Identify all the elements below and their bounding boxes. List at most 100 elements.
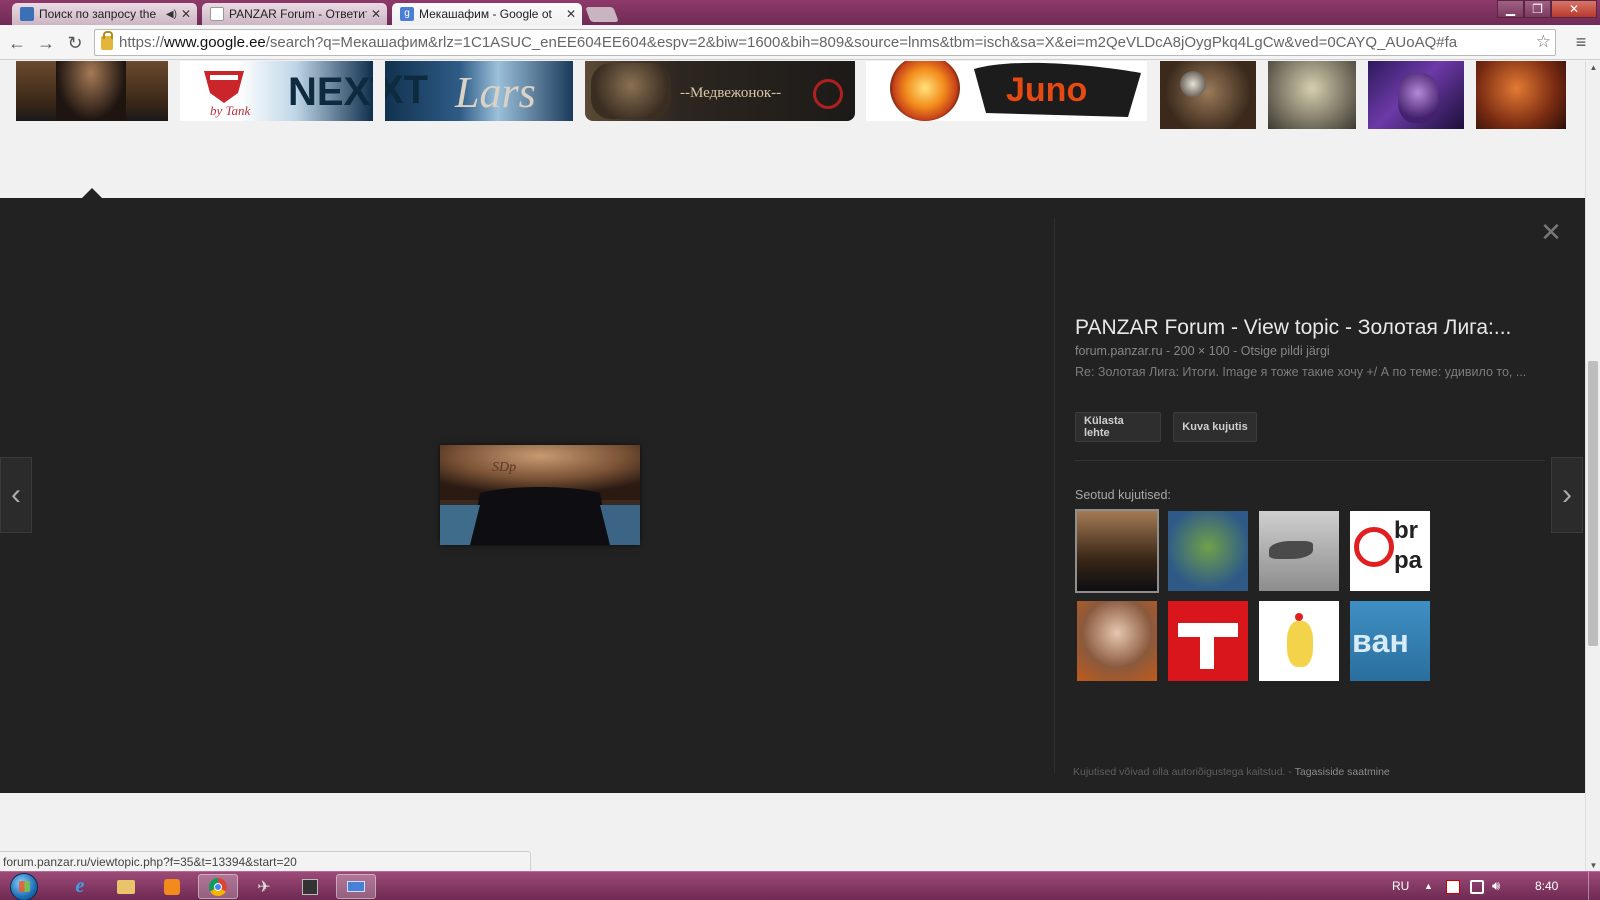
related-image[interactable] xyxy=(1075,509,1159,593)
related-image[interactable]: вaн xyxy=(1350,601,1430,681)
image-meta: forum.panzar.ru - 200 × 100 - Otsige pil… xyxy=(1075,344,1330,358)
show-desktop-button[interactable] xyxy=(1588,872,1600,900)
thumb-red-warrior[interactable] xyxy=(1476,61,1566,129)
close-tab-icon[interactable]: ✕ xyxy=(181,7,191,21)
flag-notification-icon[interactable] xyxy=(1446,880,1460,894)
logo-text: pa xyxy=(1394,547,1423,574)
url-path: /search?q=Мекашафим&rlz=1C1ASUC_enEE604E… xyxy=(265,34,1458,51)
related-images-label: Seotud kujutised: xyxy=(1075,488,1171,502)
logo-text: br xyxy=(1394,517,1418,544)
prev-image-arrow-icon[interactable]: ‹ xyxy=(0,457,32,533)
media-shape xyxy=(164,878,180,895)
forward-arrow-icon[interactable]: → xyxy=(34,31,58,55)
app-icon[interactable]: ✈ xyxy=(244,874,284,899)
feedback-link[interactable]: Tagasiside saatmine xyxy=(1295,766,1390,778)
thumb-goblin[interactable] xyxy=(1160,61,1256,129)
svg-text:Lars: Lars xyxy=(454,68,536,117)
bookmark-star-icon[interactable]: ☆ xyxy=(1536,32,1551,52)
view-image-button[interactable]: Kuva kujutis xyxy=(1173,412,1257,442)
network-icon[interactable] xyxy=(1470,880,1484,894)
keyboard-app-icon[interactable] xyxy=(336,874,376,899)
thumb-purple-face[interactable] xyxy=(1368,61,1464,129)
game-app-icon[interactable] xyxy=(290,874,330,899)
related-image[interactable] xyxy=(1168,601,1248,681)
minimize-icon[interactable]: ▁ xyxy=(1497,0,1524,18)
volume-icon[interactable]: 🔊︎ xyxy=(1492,878,1500,894)
app-glyph: ✈ xyxy=(257,878,271,896)
thumb-medvezhonok[interactable]: --Медвежонок-- xyxy=(585,61,855,121)
new-tab-button[interactable] xyxy=(585,7,619,22)
svg-text:XT: XT xyxy=(385,68,428,112)
window-controls: ▁ ❐ ✕ xyxy=(1497,0,1597,18)
windows-taskbar: e ✈ RU ▲ 🔊︎ 8:40 xyxy=(0,871,1600,900)
chrome-logo xyxy=(209,877,227,896)
tab-google-images[interactable]: g Мекашафим - Google ot ✕ xyxy=(392,3,582,25)
viewer-pointer xyxy=(82,188,102,198)
close-viewer-icon[interactable]: ✕ xyxy=(1539,217,1563,247)
image-title-link[interactable]: PANZAR Forum - View topic - Золотая Лига… xyxy=(1075,316,1545,340)
thumb-photo-corset[interactable] xyxy=(16,61,168,121)
scroll-thumb[interactable] xyxy=(1588,361,1598,646)
internet-explorer-icon[interactable]: e xyxy=(60,874,100,899)
game-shape xyxy=(302,878,318,895)
show-hidden-icons-icon[interactable]: ▲ xyxy=(1424,881,1433,891)
related-image[interactable] xyxy=(1259,601,1339,681)
start-button[interactable] xyxy=(4,872,44,900)
tab-strip: Поиск по запросу the ◀) ✕ PANZAR Forum -… xyxy=(0,0,1600,25)
file-explorer-icon[interactable] xyxy=(106,874,146,899)
info-separator xyxy=(1075,460,1545,461)
back-arrow-icon[interactable]: ← xyxy=(5,31,29,55)
thumb-by-tank[interactable]: by Tank NEXT xyxy=(180,61,373,121)
media-player-icon[interactable] xyxy=(152,874,192,899)
comb-shape xyxy=(1295,613,1303,621)
thumb-lars[interactable]: XT Lars xyxy=(385,61,573,121)
status-url-bubble: forum.panzar.ru/viewtopic.php?f=35&t=133… xyxy=(0,851,531,871)
windows-orb-icon xyxy=(10,872,38,900)
search-by-image-link[interactable]: Otsige pildi järgi xyxy=(1241,344,1330,358)
svg-text:NEXT: NEXT xyxy=(288,70,373,114)
address-bar[interactable]: https://www.google.ee/search?q=Мекашафим… xyxy=(94,29,1556,56)
url-scheme: https:// xyxy=(119,34,165,51)
main-photo-graphic: SDp xyxy=(440,445,640,545)
image-description: Re: Золотая Лига: Итоги. Image я тоже та… xyxy=(1075,365,1527,379)
ie-glyph: e xyxy=(75,875,85,897)
thumb-beast[interactable] xyxy=(1268,61,1356,129)
clock[interactable]: 8:40 xyxy=(1535,879,1558,893)
tab-panzar-forum[interactable]: PANZAR Forum - Ответит ✕ xyxy=(202,3,387,25)
related-image[interactable]: br pa xyxy=(1350,511,1430,591)
close-tab-icon[interactable]: ✕ xyxy=(371,7,381,21)
related-image[interactable] xyxy=(1259,511,1339,591)
related-image[interactable] xyxy=(1077,601,1157,681)
related-image[interactable] xyxy=(1168,511,1248,591)
svg-text:Juno: Juno xyxy=(1006,71,1087,109)
copyright-note: Kujutised võivad olla autoriõigustega ka… xyxy=(1073,766,1286,778)
tab-title: Поиск по запросу the xyxy=(39,7,157,21)
main-preview-image[interactable]: SDp xyxy=(440,445,640,545)
viewer-footer: Kujutised võivad olla autoriõigustega ka… xyxy=(1073,766,1390,778)
tab-title: PANZAR Forum - Ответит xyxy=(229,7,367,21)
google-favicon-icon: g xyxy=(400,7,414,21)
menu-icon[interactable]: ≡ xyxy=(1570,31,1592,53)
source-domain: forum.panzar.ru xyxy=(1075,344,1163,358)
panel-divider xyxy=(1054,218,1055,773)
speaker-icon: ◀) xyxy=(165,8,177,20)
scroll-down-icon[interactable]: ▼ xyxy=(1586,859,1600,871)
tab-search[interactable]: Поиск по запросу the ◀) ✕ xyxy=(12,3,197,25)
folder-shape xyxy=(117,879,135,894)
page-scrollbar[interactable]: ▲ ▼ xyxy=(1585,61,1600,871)
chrome-icon[interactable] xyxy=(198,874,238,899)
language-indicator[interactable]: RU xyxy=(1392,879,1409,893)
next-image-arrow-icon[interactable]: › xyxy=(1551,457,1583,533)
tank-logo-icon: by Tank NEXT xyxy=(204,70,373,118)
photo-shape xyxy=(56,61,126,121)
thumb-juno[interactable]: Juno xyxy=(866,61,1147,121)
close-tab-icon[interactable]: ✕ xyxy=(566,7,576,21)
face-shape xyxy=(1398,73,1438,123)
close-window-icon[interactable]: ✕ xyxy=(1551,0,1597,18)
keyboard-shape xyxy=(347,881,365,892)
reload-icon[interactable]: ↻ xyxy=(63,31,87,55)
visit-page-button[interactable]: Külasta lehte xyxy=(1075,412,1161,442)
maximize-icon[interactable]: ❐ xyxy=(1524,0,1551,18)
svg-text:by Tank: by Tank xyxy=(210,103,251,118)
scroll-up-icon[interactable]: ▲ xyxy=(1586,61,1600,73)
